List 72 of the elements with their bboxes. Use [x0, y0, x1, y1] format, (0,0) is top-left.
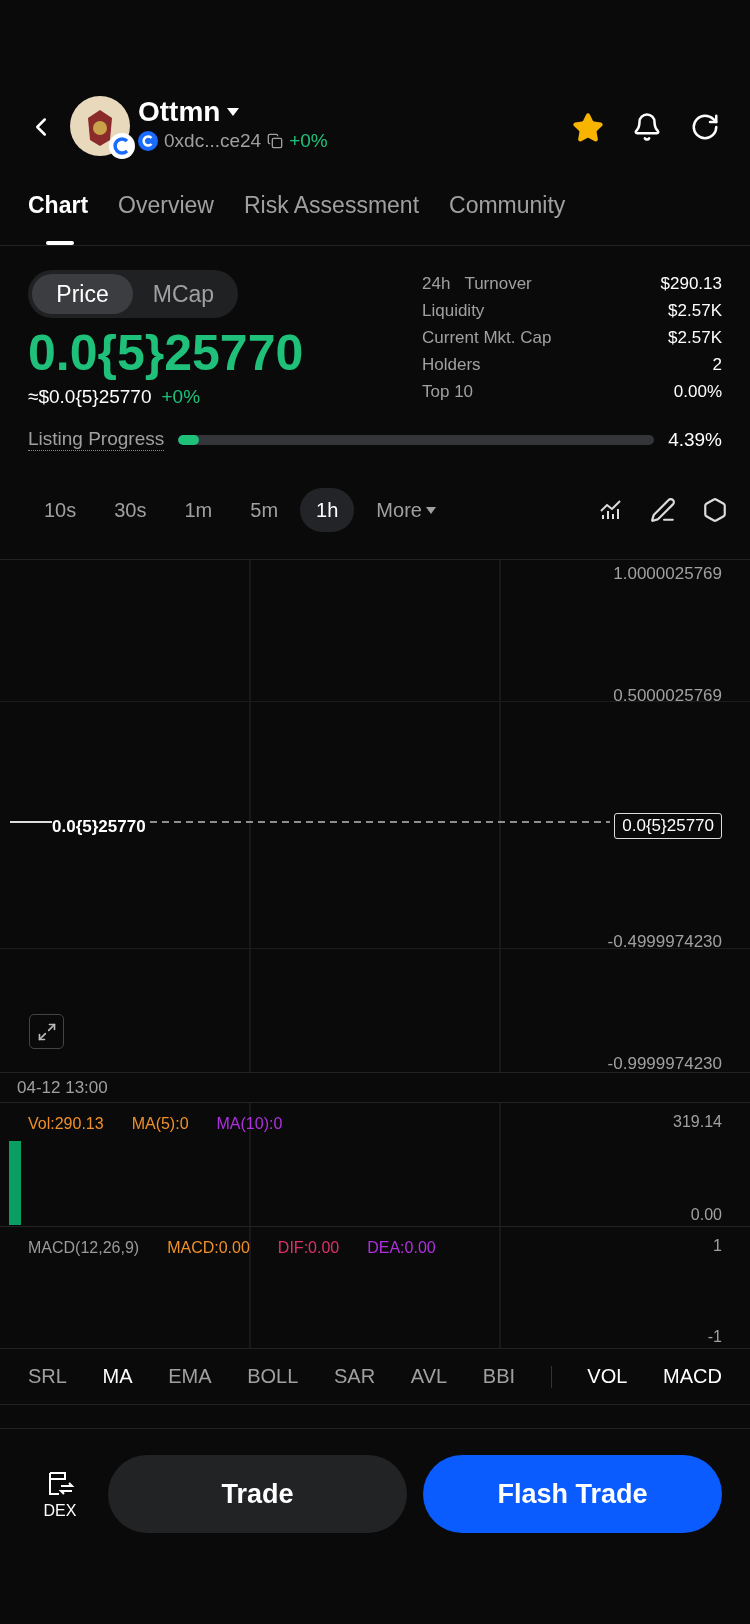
indicator-tab[interactable]: BOLL	[247, 1365, 299, 1388]
timeframe-button[interactable]: 1h	[300, 488, 355, 532]
stat-label: Current Mkt. Cap	[422, 328, 552, 348]
timeframe-button[interactable]: 30s	[98, 488, 163, 532]
timeframe-button[interactable]: 1m	[168, 488, 229, 532]
axis-label: -0.4999974230	[607, 932, 722, 952]
caret-icon	[425, 506, 436, 514]
axis-label: 0.5000025769	[613, 686, 722, 706]
indicator-tab[interactable]: SRL	[28, 1365, 67, 1388]
axis-label: 319.14	[673, 1113, 722, 1131]
contract-address: 0xdc...ce24	[164, 130, 262, 152]
usd-price: ≈$0.0{5}25770	[28, 386, 152, 408]
tab[interactable]: Community	[449, 190, 566, 245]
stat-value: $2.57K	[668, 301, 722, 321]
indicator-tab[interactable]: AVL	[410, 1365, 448, 1388]
legend-item: DEA:0.00	[367, 1239, 436, 1257]
progress-label[interactable]: Listing Progress	[28, 428, 165, 451]
progress-reading: 4.39%	[668, 428, 722, 451]
bell-icon[interactable]	[632, 112, 662, 142]
tab[interactable]: Chart	[28, 190, 89, 245]
stat-label: Holders	[422, 355, 481, 375]
indicator-tab[interactable]: EMA	[168, 1365, 212, 1388]
legend-item: MACD:0.00	[167, 1239, 250, 1257]
flash-trade-button[interactable]: Flash Trade	[423, 1455, 722, 1533]
timeframe-button[interactable]: 5m	[234, 488, 295, 532]
stat-value: 2	[712, 355, 722, 375]
expand-icon	[36, 1021, 57, 1042]
legend-item: MA(5):0	[131, 1115, 189, 1133]
axis-label: 0.00	[690, 1206, 722, 1224]
stat-value: $290.13	[660, 274, 722, 294]
tab[interactable]: Risk Assessment	[243, 190, 420, 245]
dex-label[interactable]: DEX	[43, 1502, 77, 1520]
stat-value: 0.00%	[673, 382, 722, 402]
caret-icon[interactable]	[226, 107, 241, 117]
indicator-tab[interactable]: BBI	[482, 1365, 516, 1388]
toggle-option[interactable]: MCap	[133, 274, 234, 314]
token-name[interactable]: Ottmn	[138, 96, 221, 128]
timeframe-button[interactable]: More	[360, 488, 452, 532]
stat-label: Turnover	[464, 274, 532, 294]
axis-label: -1	[707, 1328, 722, 1346]
axis-label: -0.9999974230	[607, 1054, 722, 1074]
usd-change: +0%	[161, 386, 201, 408]
current-price-tag: 0.0{5}25770	[614, 813, 722, 839]
axis-label: 1	[713, 1237, 722, 1255]
legend-item: MA(10):0	[216, 1115, 283, 1133]
legend-item: Vol:290.13	[28, 1115, 104, 1133]
expand-button[interactable]	[29, 1014, 64, 1049]
indicator-tab[interactable]: MACD	[663, 1365, 722, 1388]
stat-label: Top 10	[422, 382, 474, 402]
price: 0.0{5}25770	[28, 324, 304, 382]
chain-icon	[138, 131, 158, 151]
axis-label: 1.0000025769	[613, 564, 722, 584]
stat-value: $2.57K	[668, 328, 722, 348]
stat-label: Liquidity	[422, 301, 485, 321]
chain-badge-icon	[108, 132, 136, 160]
price-line-label: 0.0{5}25770	[52, 817, 146, 837]
indicator-tab[interactable]: VOL	[587, 1365, 628, 1388]
tab[interactable]: Overview	[118, 190, 214, 245]
indicator-tab[interactable]: MA	[102, 1365, 133, 1388]
toggle-option[interactable]: Price	[32, 274, 133, 314]
price-change: +0%	[289, 130, 328, 152]
time-label: 04-12 13:00	[17, 1077, 108, 1098]
legend-item: MACD(12,26,9)	[28, 1239, 140, 1257]
timeframe-button[interactable]: 10s	[28, 488, 93, 532]
trade-button[interactable]: Trade	[108, 1455, 407, 1533]
copy-icon[interactable]	[267, 133, 284, 149]
legend-item: DIF:0.00	[277, 1239, 340, 1257]
stat-label: 24h	[422, 274, 451, 294]
draw-icon[interactable]	[650, 497, 676, 523]
star-icon[interactable]	[572, 112, 604, 144]
settings-icon[interactable]	[702, 497, 728, 523]
indicator-tab[interactable]: SAR	[334, 1365, 376, 1388]
